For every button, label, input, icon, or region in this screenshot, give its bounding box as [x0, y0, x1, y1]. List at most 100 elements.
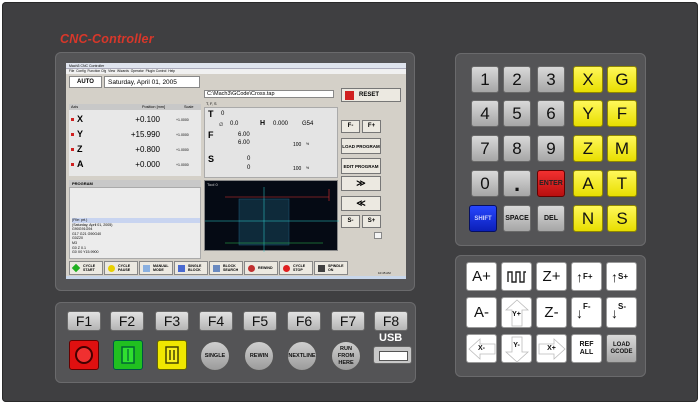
usb-port[interactable]	[373, 346, 412, 364]
key-x[interactable]: X	[573, 66, 603, 93]
jog-y-minus[interactable]: Y-	[501, 334, 532, 363]
scroll-stub[interactable]	[374, 232, 382, 239]
key-t[interactable]: T	[607, 170, 637, 197]
key-a[interactable]: A	[573, 170, 603, 197]
axis-scale: +1.0000	[176, 163, 189, 167]
key-f2[interactable]: F2	[110, 311, 144, 331]
axis-value: +0.800	[135, 145, 160, 154]
screen-spindle-on[interactable]: SPINDLE ON	[314, 261, 348, 275]
key-del[interactable]: DEL	[537, 205, 565, 232]
key-9[interactable]: 9	[537, 135, 565, 162]
jog-a-minus[interactable]: A-	[466, 297, 497, 328]
block-icon	[178, 265, 185, 272]
menu-config[interactable]: Config	[76, 69, 86, 73]
rewind-button[interactable]: REWIN	[244, 341, 274, 371]
jog-z-plus[interactable]: Z+	[536, 262, 567, 291]
screen-cycle-stop[interactable]: CYCLE STOP	[279, 261, 313, 275]
s-value: 0	[247, 156, 251, 162]
key-f8[interactable]: F8	[374, 311, 408, 331]
start-key[interactable]	[113, 340, 143, 370]
pause-key[interactable]	[157, 340, 187, 370]
jog-x-plus[interactable]: X+	[536, 334, 567, 363]
usb-slot-icon	[379, 351, 408, 361]
key-f1[interactable]: F1	[67, 311, 101, 331]
arrow-down-icon: ↓	[611, 304, 618, 321]
screen-rewind[interactable]: REWIND	[244, 261, 278, 275]
jog-step-mode[interactable]	[501, 262, 532, 291]
jog-y-plus[interactable]: Y+	[501, 297, 532, 328]
load-program-button[interactable]: LOAD PROGRAM	[341, 138, 381, 154]
spindle-plus-button[interactable]: S+	[362, 215, 381, 228]
run-from-here-button[interactable]: RUN FROM HERE	[331, 341, 361, 371]
menu-help[interactable]: Help	[168, 69, 175, 73]
jog-z-minus[interactable]: Z-	[536, 297, 567, 328]
key-y[interactable]: Y	[573, 100, 603, 127]
jog-spindle-down[interactable]: ↓ S-	[606, 297, 637, 328]
square-wave-icon	[506, 270, 526, 283]
screen-manual-mode[interactable]: MANUAL MODE	[139, 261, 173, 275]
key-enter[interactable]: ENTER	[537, 170, 565, 197]
jog-load-gcode[interactable]: LOAD GCODE	[606, 334, 637, 363]
jog-feed-down[interactable]: ↓ F-	[571, 297, 602, 328]
program-listing[interactable]: (File: prt.) (Saturday, April 01, 2005) …	[69, 187, 201, 259]
screen-block-search[interactable]: BLOCK SEARCH	[209, 261, 243, 275]
spindle-minus-button[interactable]: S-	[341, 215, 360, 228]
key-space[interactable]: SPACE	[503, 205, 531, 232]
key-1[interactable]: 1	[471, 66, 499, 93]
menu-view[interactable]: View	[108, 69, 115, 73]
key-f3[interactable]: F3	[155, 311, 189, 331]
feed-minus-button[interactable]: F-	[341, 120, 360, 133]
screen-cycle-start[interactable]: CYCLE START	[69, 261, 103, 275]
page-down-button[interactable]: ≫	[341, 176, 381, 191]
key-2[interactable]: 2	[503, 66, 531, 93]
jog-spindle-up[interactable]: ↑ S+	[606, 262, 637, 291]
program-header: PROGRAM	[69, 180, 201, 187]
key-f7[interactable]: F7	[331, 311, 365, 331]
key-f5[interactable]: F5	[243, 311, 277, 331]
menu-operator[interactable]: Operator	[131, 69, 144, 73]
key-5[interactable]: 5	[503, 100, 531, 127]
menu-bar: File Config Function Cfg View Wizards Op…	[66, 69, 406, 74]
key-n[interactable]: N	[573, 205, 603, 232]
key-shift[interactable]: SHIFT	[469, 205, 497, 232]
key-6[interactable]: 6	[537, 100, 565, 127]
menu-plugin[interactable]: Plugin Control	[146, 69, 167, 73]
screen-cycle-pause[interactable]: CYCLE PAUSE	[104, 261, 138, 275]
spindle-down-label: S-	[618, 302, 626, 311]
button-label: CYCLE START	[83, 264, 96, 273]
page-up-button[interactable]: ≪	[341, 196, 381, 211]
key-f[interactable]: F	[607, 100, 637, 127]
menu-function-cfg[interactable]: Function Cfg	[88, 69, 107, 73]
jog-x-minus[interactable]: X-	[466, 334, 497, 363]
key-dot[interactable]: .	[503, 170, 531, 197]
key-3[interactable]: 3	[537, 66, 565, 93]
screen-single-block[interactable]: SINGLE BLOCK	[174, 261, 208, 275]
nextline-button[interactable]: NEXTLINE	[287, 341, 317, 371]
key-8[interactable]: 8	[503, 135, 531, 162]
single-button[interactable]: SINGLE	[200, 341, 230, 371]
menu-wizards[interactable]: Wizards	[117, 69, 129, 73]
key-z[interactable]: Z	[573, 135, 603, 162]
toolpath-view[interactable]: Tool 0	[204, 180, 339, 252]
diameter-icon: ∅	[219, 122, 224, 128]
key-0[interactable]: 0	[471, 170, 499, 197]
key-7[interactable]: 7	[471, 135, 499, 162]
stop-key[interactable]	[69, 340, 99, 370]
edit-program-button[interactable]: EDIT PROGRAM	[341, 158, 381, 174]
reset-button[interactable]: RESET	[341, 88, 401, 102]
menu-file[interactable]: File	[69, 69, 74, 73]
jog-a-plus[interactable]: A+	[466, 262, 497, 291]
key-f4[interactable]: F4	[199, 311, 233, 331]
key-4[interactable]: 4	[471, 100, 499, 127]
key-m[interactable]: M	[607, 135, 637, 162]
jog-ref-all[interactable]: REF ALL	[571, 334, 602, 363]
jog-feed-up[interactable]: ↑ F+	[571, 262, 602, 291]
axis-value: +0.000	[135, 160, 160, 169]
feed-plus-button[interactable]: F+	[362, 120, 381, 133]
t-label: T	[208, 109, 214, 119]
key-g[interactable]: G	[607, 66, 637, 93]
date-display: Saturday, April 01, 2005	[104, 76, 200, 88]
f-label: F	[208, 130, 214, 140]
key-s[interactable]: S	[607, 205, 637, 232]
key-f6[interactable]: F6	[287, 311, 321, 331]
